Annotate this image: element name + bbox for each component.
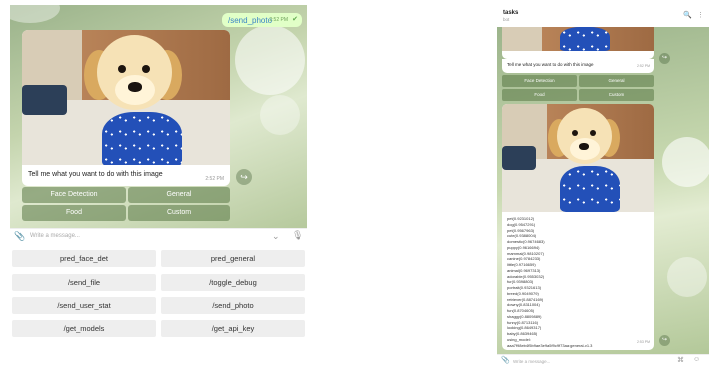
message-input[interactable]: Write a message... [513, 359, 550, 364]
chat-title[interactable]: tasks [503, 10, 518, 16]
left-chat-area: /send_photo 2:52 PM ✔ Tell me what you w… [10, 5, 307, 228]
attach-icon[interactable]: 📎 [14, 231, 25, 242]
bot-commands-icon[interactable]: ⌘ [677, 356, 684, 364]
emoji-icon[interactable]: ☺ [693, 356, 700, 363]
search-icon[interactable]: 🔍 [683, 11, 692, 19]
menu-icon[interactable]: ⋮ [697, 11, 704, 19]
inline-button-general[interactable]: General [128, 187, 230, 203]
right-chat-window: tasks bot 🔍 ⋮ Tell me what you want to d… [497, 5, 709, 367]
wallpaper-flower [260, 95, 300, 135]
previous-photo-message [502, 27, 654, 59]
photo-caption: Tell me what you want to do with this im… [28, 171, 163, 178]
prediction-result-message: pet(0.9231012) dog(0.9547291) pet(0.9567… [502, 104, 654, 350]
message-time: 2:52 PM [269, 17, 288, 23]
inline-button-food[interactable]: Food [22, 205, 126, 221]
photo-caption-bubble: Tell me what you want to do with this im… [502, 59, 654, 73]
command-button-get-models[interactable]: /get_models [12, 320, 156, 337]
message-input-bar: 📎 Write a message... ⌄ 🎙 [10, 228, 307, 245]
chevron-down-icon[interactable]: ⌄ [272, 231, 280, 242]
message-time: 2:52 PM [636, 64, 650, 68]
inline-button-face-detection[interactable]: Face Detection [22, 187, 126, 203]
share-icon[interactable]: ↪ [236, 169, 252, 185]
wallpaper-flower [235, 25, 305, 95]
message-input[interactable]: Write a message... [30, 233, 80, 239]
puppy-photo[interactable] [502, 104, 654, 212]
bot-photo-message: Tell me what you want to do with this im… [22, 30, 230, 186]
chat-area: Tell me what you want to do with this im… [497, 27, 709, 354]
inline-button-food[interactable]: Food [502, 89, 577, 101]
command-button-send-file[interactable]: /send_file [12, 274, 156, 291]
wallpaper-flower [662, 137, 709, 187]
read-check-icon: ✔ [292, 16, 298, 23]
message-time: 2:53 PM [636, 340, 650, 344]
wallpaper-flower [10, 5, 60, 23]
sent-command-text[interactable]: /send_photo [228, 16, 272, 25]
command-button-pred-face-det[interactable]: pred_face_det [12, 250, 156, 267]
command-button-toggle-debug[interactable]: /toggle_debug [161, 274, 305, 291]
command-button-pred-general[interactable]: pred_general [161, 250, 305, 267]
attach-icon[interactable]: 📎 [501, 356, 510, 364]
microphone-icon[interactable]: 🎙 [292, 230, 303, 241]
command-button-send-photo[interactable]: /send_photo [161, 297, 305, 314]
puppy-photo[interactable] [22, 30, 230, 165]
inline-button-general[interactable]: General [579, 75, 654, 87]
command-button-get-api-key[interactable]: /get_api_key [161, 320, 305, 337]
message-input-bar: 📎 Write a message... ⌘ ☺ [497, 354, 709, 367]
sent-command-bubble: /send_photo 2:52 PM ✔ [222, 13, 302, 27]
share-icon[interactable]: ↪ [659, 53, 670, 64]
inline-button-custom[interactable]: Custom [579, 89, 654, 101]
wallpaper-flower [667, 257, 707, 297]
message-time: 2:52 PM [205, 176, 224, 182]
prediction-list: pet(0.9231012) dog(0.9547291) pet(0.9567… [507, 216, 652, 348]
prediction-line: aaa7f98eb4f5b9ae3e9a5f9c9f73aa:general-v… [507, 342, 593, 348]
inline-button-custom[interactable]: Custom [128, 205, 230, 221]
chat-header: tasks bot 🔍 ⋮ [497, 5, 709, 28]
command-button-send-user-stat[interactable]: /send_user_stat [12, 297, 156, 314]
photo-caption: Tell me what you want to do with this im… [507, 62, 594, 67]
inline-button-face-detection[interactable]: Face Detection [502, 75, 577, 87]
puppy-photo-cropped[interactable] [502, 27, 654, 51]
share-icon[interactable]: ↪ [659, 335, 670, 346]
chat-subtitle: bot [503, 17, 510, 22]
